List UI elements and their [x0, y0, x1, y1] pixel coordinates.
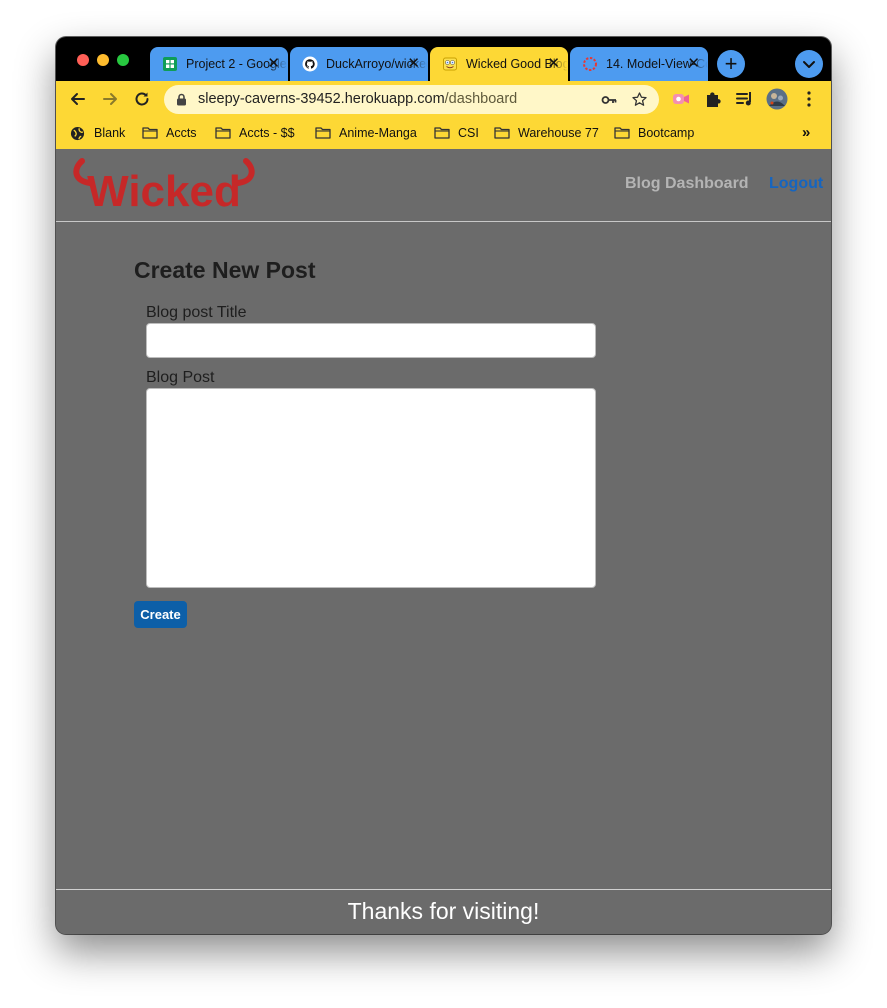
- profile-avatar[interactable]: [766, 88, 788, 110]
- bookmark-csi[interactable]: CSI: [434, 118, 479, 148]
- url-path: /dashboard: [444, 91, 518, 107]
- bookmark-bootcamp[interactable]: Bootcamp: [614, 118, 694, 148]
- bookmark-warehouse-77[interactable]: Warehouse 77: [494, 118, 599, 148]
- key-icon[interactable]: [601, 93, 617, 107]
- spinner-icon: [583, 57, 597, 71]
- sponge-icon: [443, 57, 457, 71]
- close-tab-icon[interactable]: ✕: [547, 47, 560, 81]
- close-window-button[interactable]: [77, 54, 89, 66]
- globe-icon: [70, 126, 85, 141]
- media-queue-icon[interactable]: [735, 89, 755, 109]
- new-tab-button[interactable]: +: [717, 50, 745, 78]
- tab-model-view-controller[interactable]: 14. Model-View-Controller ✕: [570, 47, 708, 81]
- folder-icon: [614, 127, 630, 139]
- folder-icon: [142, 127, 158, 139]
- lock-icon[interactable]: [176, 93, 187, 106]
- title-field-label: Blog post Title: [146, 304, 247, 321]
- post-title-input[interactable]: [146, 323, 596, 358]
- folder-icon: [494, 127, 510, 139]
- wicked-logo[interactable]: Wicked: [70, 157, 258, 211]
- bookmark-accts-money[interactable]: Accts - $$: [215, 118, 295, 148]
- bookmark-blank[interactable]: Blank: [70, 118, 125, 148]
- create-button[interactable]: Create: [134, 601, 187, 628]
- bookmarks-overflow-button[interactable]: »: [802, 118, 810, 148]
- close-tab-icon[interactable]: ✕: [267, 47, 280, 81]
- extension-camera-icon[interactable]: [671, 89, 691, 109]
- sheets-icon: [163, 57, 177, 71]
- bookmarks-bar: Blank Accts Accts - $$ Anime-Manga CSI W…: [56, 118, 831, 150]
- post-body-textarea[interactable]: [146, 388, 596, 588]
- bookmark-anime-manga[interactable]: Anime-Manga: [315, 118, 417, 148]
- url-text: sleepy-caverns-39452.herokuapp.com/dashb…: [198, 85, 517, 114]
- reload-icon[interactable]: [132, 89, 152, 109]
- bookmark-accts[interactable]: Accts: [142, 118, 197, 148]
- github-icon: [302, 56, 318, 72]
- url-host: sleepy-caverns-39452.herokuapp.com: [198, 91, 445, 107]
- forward-arrow-icon[interactable]: [100, 89, 120, 109]
- logo-text: Wicked: [87, 167, 241, 211]
- tab-wicked-good[interactable]: Wicked Good Blog ✕: [430, 47, 568, 81]
- form-title: Create New Post: [134, 257, 316, 283]
- extensions-puzzle-icon[interactable]: [703, 89, 723, 109]
- close-tab-icon[interactable]: ✕: [407, 47, 420, 81]
- browser-toolbar: sleepy-caverns-39452.herokuapp.com/dashb…: [56, 81, 831, 118]
- tab-search-button[interactable]: [795, 50, 823, 78]
- chevron-down-icon: [803, 61, 815, 68]
- nav-logout[interactable]: Logout: [769, 175, 823, 193]
- minimize-window-button[interactable]: [97, 54, 109, 66]
- site-footer: Thanks for visiting!: [56, 889, 831, 934]
- kebab-menu-icon[interactable]: [799, 89, 819, 109]
- folder-icon: [434, 127, 450, 139]
- browser-window: Project 2 - Google Sheets ✕ DuckArroyo/w…: [56, 37, 831, 934]
- page-content: Wicked Blog Dashboard Logout Create New …: [56, 149, 831, 934]
- back-arrow-icon[interactable]: [68, 89, 88, 109]
- nav-blog-dashboard[interactable]: Blog Dashboard: [625, 175, 749, 193]
- address-bar[interactable]: sleepy-caverns-39452.herokuapp.com/dashb…: [164, 85, 659, 114]
- tab-github[interactable]: DuckArroyo/wicked-good-blog ✕: [290, 47, 428, 81]
- maximize-window-button[interactable]: [117, 54, 129, 66]
- close-tab-icon[interactable]: ✕: [687, 47, 700, 81]
- folder-icon: [215, 127, 231, 139]
- footer-text: Thanks for visiting!: [347, 898, 540, 924]
- tab-strip: Project 2 - Google Sheets ✕ DuckArroyo/w…: [56, 37, 831, 81]
- bookmark-star-icon[interactable]: [631, 91, 648, 108]
- tab-project-2[interactable]: Project 2 - Google Sheets ✕: [150, 47, 288, 81]
- site-header: Wicked Blog Dashboard Logout: [56, 149, 831, 222]
- body-field-label: Blog Post: [146, 369, 215, 386]
- folder-icon: [315, 127, 331, 139]
